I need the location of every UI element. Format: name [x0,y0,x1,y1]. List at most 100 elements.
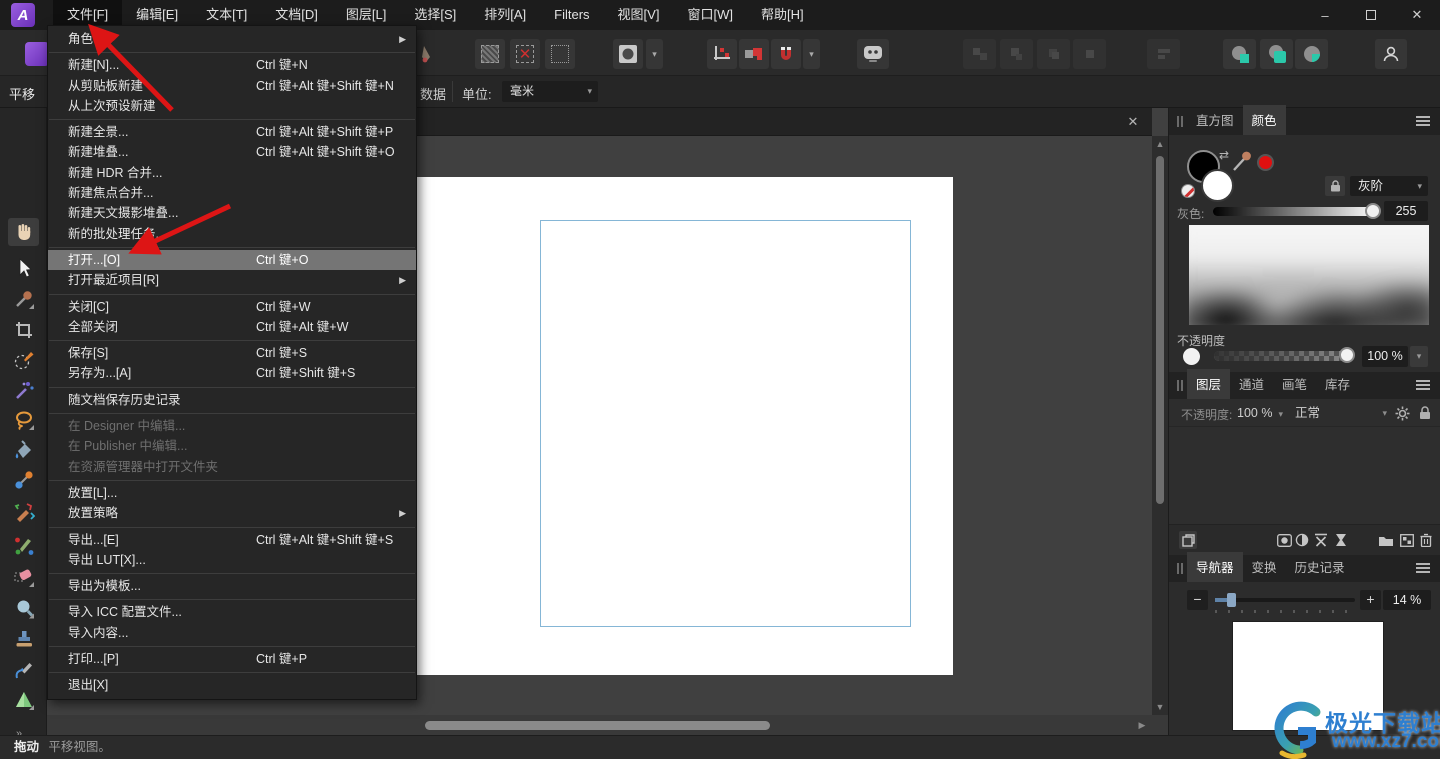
adjustment-layer-icon[interactable] [1293,531,1311,549]
minimize-button[interactable]: – [1302,0,1348,30]
scroll-down-icon[interactable]: ▼ [1152,699,1168,715]
quick-mask-dropdown[interactable]: ▾ [646,39,663,69]
panel-menu-icon[interactable] [1416,384,1430,386]
snap-candidates-button[interactable] [739,39,769,69]
assistant-button[interactable] [857,39,889,69]
account-button[interactable] [1375,39,1407,69]
vertical-scroll-thumb[interactable] [1156,156,1164,504]
crop-tool[interactable] [8,316,39,344]
zoom-slider[interactable] [1215,598,1355,602]
file-menu-item-10[interactable]: 新建天文摄影堆叠... [48,203,416,223]
mixer-brush-tool[interactable] [8,498,39,526]
menubar-item-7[interactable]: Filters [540,0,603,30]
blend-options-gear-icon[interactable] [1395,406,1410,421]
tone-mapping-persona-button[interactable] [1295,39,1328,69]
panel-grip-icon[interactable] [1177,116,1179,127]
file-menu-item-20[interactable]: 另存为...[A]Ctrl 键+Shift 键+S [48,363,416,383]
opacity-value-field[interactable]: 100 % [1362,346,1408,367]
selection-brush-tool[interactable] [8,346,39,374]
file-menu-item-8[interactable]: 新建 HDR 合并... [48,163,416,183]
undo-brush-tool[interactable] [8,656,39,684]
menubar-item-6[interactable]: 排列[A] [470,0,540,30]
file-menu-item-34[interactable]: 导出为模板... [48,576,416,596]
gray-value-field[interactable]: 255 [1384,201,1428,221]
quick-mask-button[interactable] [613,39,643,69]
zoom-out-button[interactable]: − [1187,590,1208,610]
tab-channels[interactable]: 通道 [1230,369,1273,399]
blend-mode-select[interactable]: 正常▾ [1289,403,1391,423]
tab-color[interactable]: 颜色 [1243,105,1286,135]
panel-menu-icon[interactable] [1416,120,1430,122]
clone-stamp-tool[interactable] [8,625,39,653]
lock-button[interactable] [1325,176,1345,196]
eraser-tool[interactable] [8,563,39,591]
gray-slider-knob[interactable] [1365,203,1381,219]
live-filter-icon[interactable] [1312,531,1330,549]
tab-layers[interactable]: 图层 [1187,369,1230,399]
vertical-scrollbar[interactable]: ▲ ▼ [1152,136,1168,715]
file-menu-item-19[interactable]: 保存[S]Ctrl 键+S [48,343,416,363]
maximize-button[interactable] [1348,0,1394,30]
tab-histogram[interactable]: 直方图 [1187,105,1243,135]
file-menu-item-7[interactable]: 新建堆叠...Ctrl 键+Alt 键+Shift 键+O [48,142,416,162]
view-pan-tool[interactable] [8,218,39,246]
move-tool[interactable] [8,254,39,282]
flood-fill-tool[interactable] [8,436,39,464]
file-menu-item-29[interactable]: 放置策略▶ [48,503,416,523]
tab-navigator[interactable]: 导航器 [1187,552,1243,582]
file-menu-item-41[interactable]: 退出[X] [48,675,416,695]
file-menu-item-16[interactable]: 关闭[C]Ctrl 键+W [48,297,416,317]
panel-grip-icon[interactable] [1177,380,1179,391]
panel-grip-icon[interactable] [1177,563,1179,574]
scroll-up-icon[interactable]: ▲ [1152,136,1168,152]
develop-persona-button[interactable] [1260,39,1293,69]
mask-layer-icon[interactable] [1275,531,1293,549]
lasso-tool[interactable] [8,406,39,434]
color-mode-select[interactable]: 灰阶 ▾ [1350,176,1428,196]
file-menu-item-36[interactable]: 导入 ICC 配置文件... [48,602,416,622]
file-menu-item-14[interactable]: 打开最近项目[R]▶ [48,270,416,290]
unit-select[interactable]: 毫米 ▾ [502,81,598,102]
file-menu-item-6[interactable]: 新建全景...Ctrl 键+Alt 键+Shift 键+P [48,122,416,142]
liquify-persona-button[interactable] [1223,39,1256,69]
deselect-button[interactable]: ✕ [510,39,540,69]
file-menu-item-22[interactable]: 随文档保存历史记录 [48,390,416,410]
file-menu-item-13[interactable]: 打开...[O]Ctrl 键+O [48,250,416,270]
menubar-item-9[interactable]: 窗口[W] [673,0,747,30]
mesh-warp-tool[interactable] [8,686,39,714]
file-menu-item-39[interactable]: 打印...[P]Ctrl 键+P [48,649,416,669]
menubar-item-10[interactable]: 帮助[H] [747,0,818,30]
document-page[interactable] [417,177,953,675]
invert-selection-button[interactable] [545,39,575,69]
duplicate-layers-icon[interactable] [1179,531,1197,549]
delete-layer-trash-icon[interactable] [1417,531,1435,549]
color-replacement-brush-tool[interactable] [8,532,39,560]
file-menu-item-2[interactable]: 新建[N]...Ctrl 键+N [48,55,416,75]
zoom-slider-handle[interactable] [1227,593,1236,607]
file-menu-item-37[interactable]: 导入内容... [48,623,416,643]
color-picker-tool[interactable] [8,285,39,313]
blemish-removal-tool[interactable] [8,466,39,494]
file-menu-item-28[interactable]: 放置[L]... [48,483,416,503]
file-menu-item-31[interactable]: 导出...[E]Ctrl 键+Alt 键+Shift 键+S [48,530,416,550]
tint-preview-image[interactable] [1189,225,1429,325]
no-color-swatch[interactable] [1181,184,1195,198]
tab-history[interactable]: 历史记录 [1286,552,1354,582]
panel-menu-icon[interactable] [1416,567,1430,569]
opacity-slider[interactable] [1214,351,1349,361]
file-menu-item-4[interactable]: 从上次预设新建 [48,96,416,116]
snapping-grid-button[interactable] [707,39,737,69]
file-menu-item-11[interactable]: 新的批处理任务... [48,224,416,244]
close-document-icon[interactable]: ✕ [1124,113,1142,131]
horizontal-scroll-thumb[interactable] [425,721,770,730]
file-menu-item-32[interactable]: 导出 LUT[X]... [48,550,416,570]
close-button[interactable]: ✕ [1394,0,1440,30]
file-menu-item-0[interactable]: 角色▶ [48,29,416,49]
swap-colors-icon[interactable]: ⇄ [1219,148,1229,162]
file-menu-item-9[interactable]: 新建焦点合并... [48,183,416,203]
tab-brushes[interactable]: 画笔 [1273,369,1316,399]
opacity-slider-knob[interactable] [1339,347,1355,363]
new-pixel-layer-icon[interactable] [1398,531,1416,549]
zoom-in-button[interactable]: + [1360,590,1381,610]
gray-slider[interactable] [1213,207,1377,216]
